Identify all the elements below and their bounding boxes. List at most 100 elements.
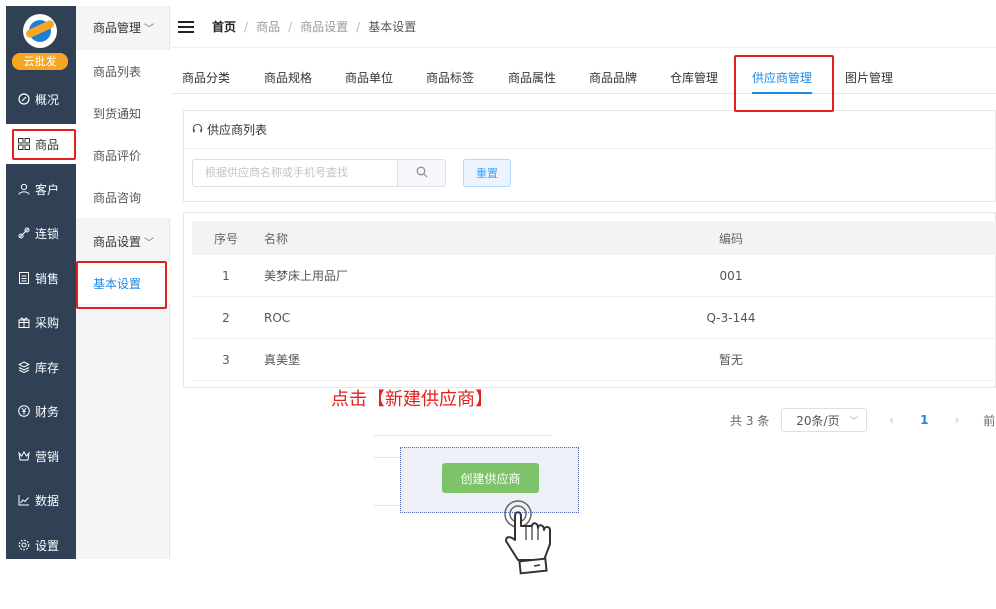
nav-item-overview[interactable]: 概况 [6, 79, 76, 119]
breadcrumb-item[interactable]: 商品 [256, 18, 280, 35]
divider [374, 457, 400, 458]
main-nav: 云批发 概况 商品 客户 连锁 销售 采购 库存 财务 营销 数据 设置 [6, 6, 76, 559]
breadcrumb-separator: / [244, 19, 249, 34]
dashboard-icon [17, 92, 31, 106]
breadcrumb: 首页 / 商品 / 商品设置 / 基本设置 [212, 18, 416, 35]
divider [374, 435, 551, 436]
submenu-item-arrival-notice[interactable]: 到货通知 [76, 92, 170, 134]
breadcrumb-separator: / [356, 19, 361, 34]
submenu-item-basic-settings[interactable]: 基本设置 [76, 262, 170, 304]
supplier-search-panel: 供应商列表 重置 [183, 110, 996, 202]
nav-item-purchase[interactable]: 采购 [6, 302, 76, 342]
tab-tag[interactable]: 商品标签 [426, 48, 474, 94]
tab-supplier[interactable]: 供应商管理 [752, 48, 813, 94]
user-icon [17, 182, 31, 196]
chevron-down-icon: ﹀ [849, 416, 859, 427]
tab-images[interactable]: 图片管理 [845, 48, 893, 94]
cell-code: 暂无 [718, 353, 743, 367]
crown-icon [17, 449, 31, 463]
pagination-goto-label: 前 [983, 413, 996, 428]
submenu-group-goods-settings[interactable]: 商品设置 ﹀ [76, 220, 170, 262]
table-row[interactable]: 3 真美堡 暂无 [192, 339, 996, 381]
menu-toggle-icon[interactable] [178, 20, 194, 33]
tab-unit[interactable]: 商品单位 [345, 48, 393, 94]
nav-item-settings[interactable]: 设置 [6, 525, 76, 565]
cell-code: Q-3-144 [706, 310, 756, 325]
supplier-search-input[interactable] [192, 159, 398, 187]
pagination: 共 3 条 20条/页 ﹀ ‹ 1 › 前 [730, 408, 995, 432]
tab-spec[interactable]: 商品规格 [264, 48, 312, 94]
breadcrumb-item[interactable]: 商品设置 [300, 18, 348, 35]
reset-button[interactable]: 重置 [463, 159, 511, 187]
panel-title: 供应商列表 [207, 123, 268, 137]
cell-code: 001 [719, 268, 743, 283]
submenu-group-label: 商品设置 [93, 234, 142, 249]
tab-attribute[interactable]: 商品属性 [508, 48, 556, 94]
app-logo [23, 14, 57, 48]
nav-item-inventory[interactable]: 库存 [6, 347, 76, 387]
chart-icon [17, 493, 31, 507]
cell-index: 2 [222, 310, 230, 325]
panel-header: 供应商列表 [184, 111, 996, 149]
submenu-group-label: 商品管理 [93, 20, 142, 35]
nav-item-finance[interactable]: 财务 [6, 391, 76, 431]
search-icon [416, 166, 428, 181]
supplier-table: 序号 名称 编码 1 美梦床上用品厂 001 2 ROC Q-3-144 3 真… [183, 212, 996, 388]
next-page-icon[interactable]: › [954, 413, 959, 427]
submenu-item-goods-list[interactable]: 商品列表 [76, 50, 170, 92]
create-supplier-button[interactable]: 创建供应商 [442, 463, 539, 493]
nav-label: 销售 [35, 271, 60, 286]
nav-item-chain[interactable]: 连锁 [6, 213, 76, 253]
gift-icon [17, 315, 31, 329]
submenu-group-goods-management[interactable]: 商品管理 ﹀ [76, 6, 170, 48]
nav-label: 数据 [35, 493, 60, 508]
table-row[interactable]: 1 美梦床上用品厂 001 [192, 255, 996, 297]
table-header: 序号 名称 编码 [192, 221, 996, 255]
nav-label: 营销 [35, 449, 60, 464]
page-size-value: 20条/页 [796, 413, 840, 428]
prev-page-icon[interactable]: ‹ [889, 413, 894, 427]
page-number-current[interactable]: 1 [920, 413, 928, 427]
pointing-hand-icon [504, 500, 551, 575]
link-icon [17, 226, 31, 240]
nav-item-customer[interactable]: 客户 [6, 169, 76, 209]
cell-index: 3 [222, 352, 230, 367]
nav-label: 设置 [35, 538, 60, 553]
headset-icon [192, 123, 203, 137]
nav-item-marketing[interactable]: 营销 [6, 436, 76, 476]
breadcrumb-home[interactable]: 首页 [212, 18, 236, 35]
cell-name: ROC [264, 310, 291, 325]
page-size-select[interactable]: 20条/页 ﹀ [781, 408, 868, 432]
nav-item-sales[interactable]: 销售 [6, 258, 76, 298]
cell-name: 真美堡 [264, 353, 301, 367]
nav-label: 库存 [35, 360, 60, 375]
nav-item-data[interactable]: 数据 [6, 480, 76, 520]
secondary-menu: 商品管理 ﹀ 商品列表 到货通知 商品评价 商品咨询 商品设置 ﹀ 基本设置 [76, 6, 170, 559]
chevron-down-icon: ﹀ [144, 23, 155, 35]
top-header: 首页 / 商品 / 商品设置 / 基本设置 [172, 6, 996, 48]
nav-label: 财务 [35, 404, 60, 419]
submenu-item-goods-inquiry[interactable]: 商品咨询 [76, 176, 170, 218]
submenu-item-goods-review[interactable]: 商品评价 [76, 134, 170, 176]
search-button[interactable] [398, 159, 446, 187]
table-row[interactable]: 2 ROC Q-3-144 [192, 297, 996, 339]
column-header-name: 名称 [264, 231, 289, 246]
nav-label: 采购 [35, 315, 60, 330]
column-header-code: 编码 [718, 231, 743, 246]
nav-item-goods[interactable]: 商品 [6, 124, 76, 164]
layers-icon [17, 360, 31, 374]
grid-icon [17, 137, 31, 151]
tab-brand[interactable]: 商品品牌 [589, 48, 637, 94]
instruction-text: 点击【新建供应商】 [331, 389, 493, 410]
breadcrumb-current: 基本设置 [368, 20, 417, 34]
pagination-total: 共 3 条 [730, 413, 770, 428]
settings-tabs: 商品分类 商品规格 商品单位 商品标签 商品属性 商品品牌 仓库管理 供应商管理… [172, 48, 996, 94]
tab-warehouse[interactable]: 仓库管理 [670, 48, 718, 94]
nav-label: 客户 [35, 182, 60, 197]
nav-label: 连锁 [35, 226, 60, 241]
gear-icon [17, 538, 31, 552]
breadcrumb-separator: / [288, 19, 293, 34]
column-header-index: 序号 [213, 231, 238, 246]
document-icon [17, 271, 31, 285]
tab-category[interactable]: 商品分类 [182, 48, 230, 94]
